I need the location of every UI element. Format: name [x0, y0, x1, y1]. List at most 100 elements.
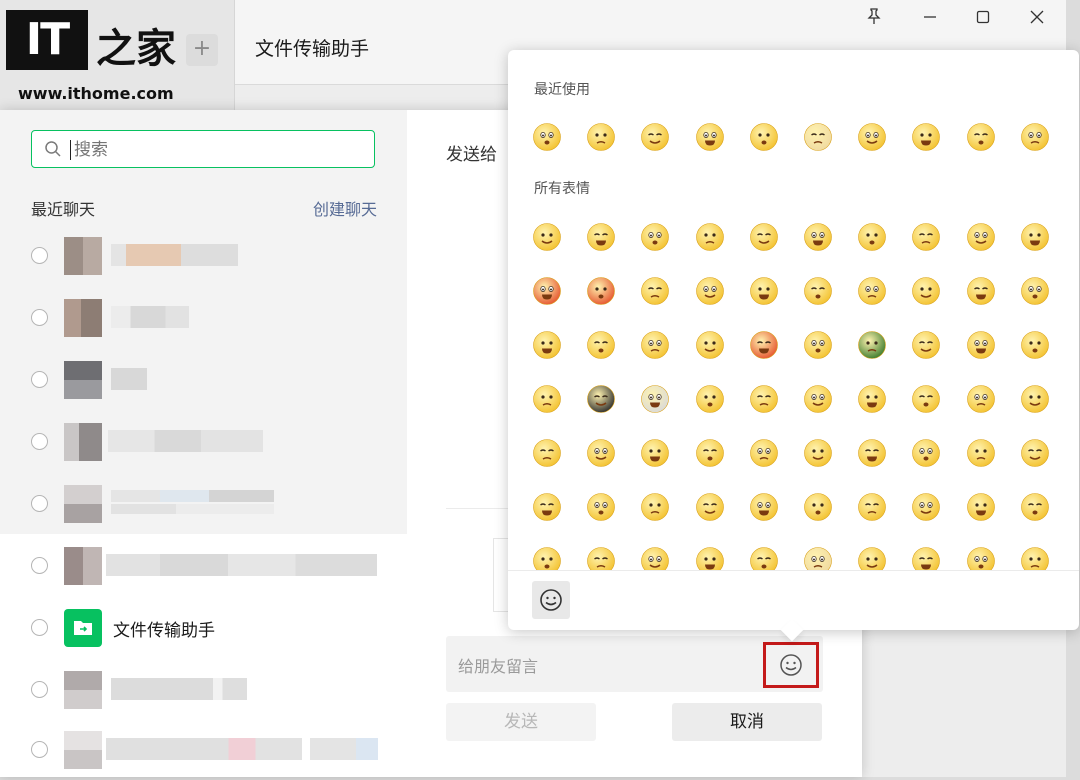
emoji-item[interactable]: [640, 438, 694, 478]
emoji-item[interactable]: [966, 276, 1020, 316]
maximize-icon[interactable]: [972, 8, 994, 30]
emoji-item[interactable]: [966, 546, 1020, 570]
select-radio[interactable]: [31, 247, 48, 264]
emoji-item[interactable]: [695, 438, 749, 478]
emoji-item[interactable]: [966, 384, 1020, 424]
emoji-item[interactable]: [749, 122, 803, 162]
emoji-item[interactable]: [803, 276, 857, 316]
emoji-item[interactable]: [803, 546, 857, 570]
emoji-item[interactable]: [803, 492, 857, 532]
emoji-item[interactable]: [966, 222, 1020, 262]
select-radio[interactable]: [31, 557, 48, 574]
contact-item[interactable]: [0, 350, 407, 410]
contact-item[interactable]: [0, 536, 407, 596]
emoji-tab-smiley[interactable]: [532, 581, 570, 619]
emoji-item[interactable]: [640, 122, 694, 162]
minimize-icon[interactable]: [919, 8, 941, 30]
emoji-item[interactable]: [966, 438, 1020, 478]
contact-item[interactable]: [0, 226, 407, 286]
emoji-item[interactable]: [640, 546, 694, 570]
emoji-item[interactable]: [911, 330, 965, 370]
select-radio[interactable]: [31, 309, 48, 326]
emoji-item[interactable]: [1020, 546, 1074, 570]
emoji-item[interactable]: [749, 438, 803, 478]
emoji-item[interactable]: [532, 384, 586, 424]
emoji-item[interactable]: [640, 384, 694, 424]
emoji-item[interactable]: [586, 492, 640, 532]
emoji-item[interactable]: [749, 384, 803, 424]
contact-item[interactable]: [0, 288, 407, 348]
emoji-item[interactable]: [695, 384, 749, 424]
emoji-item[interactable]: [803, 122, 857, 162]
emoji-item[interactable]: [532, 222, 586, 262]
emoji-item[interactable]: [640, 330, 694, 370]
emoji-item[interactable]: [1020, 276, 1074, 316]
emoji-item[interactable]: [586, 384, 640, 424]
emoji-item[interactable]: [586, 546, 640, 570]
contact-item[interactable]: [0, 412, 407, 472]
emoji-item[interactable]: [966, 122, 1020, 162]
emoji-item[interactable]: [911, 276, 965, 316]
emoji-item[interactable]: [966, 492, 1020, 532]
emoji-item[interactable]: [803, 330, 857, 370]
contact-item[interactable]: [0, 720, 407, 780]
emoji-item[interactable]: [695, 222, 749, 262]
emoji-item[interactable]: [1020, 122, 1074, 162]
emoji-item[interactable]: [749, 330, 803, 370]
emoji-item[interactable]: [532, 438, 586, 478]
emoji-item[interactable]: [857, 438, 911, 478]
emoji-item[interactable]: [857, 276, 911, 316]
emoji-item[interactable]: [695, 546, 749, 570]
emoji-item[interactable]: [749, 546, 803, 570]
search-box[interactable]: [31, 130, 375, 168]
cancel-button[interactable]: 取消: [672, 703, 822, 741]
emoji-item[interactable]: [803, 222, 857, 262]
emoji-item[interactable]: [749, 276, 803, 316]
emoji-item[interactable]: [640, 492, 694, 532]
select-radio[interactable]: [31, 741, 48, 758]
emoji-item[interactable]: [749, 222, 803, 262]
create-chat-link[interactable]: 创建聊天: [313, 196, 377, 220]
emoji-item[interactable]: [586, 276, 640, 316]
emoji-item[interactable]: [857, 492, 911, 532]
emoji-item[interactable]: [966, 330, 1020, 370]
emoji-item[interactable]: [532, 546, 586, 570]
emoji-item[interactable]: [1020, 492, 1074, 532]
emoji-item[interactable]: [1020, 330, 1074, 370]
emoji-item[interactable]: [1020, 384, 1074, 424]
contact-item[interactable]: [0, 474, 407, 534]
emoji-item[interactable]: [532, 492, 586, 532]
pin-icon[interactable]: [863, 8, 885, 30]
select-radio[interactable]: [31, 371, 48, 388]
emoji-item[interactable]: [695, 276, 749, 316]
emoji-item[interactable]: [586, 438, 640, 478]
emoji-item[interactable]: [695, 330, 749, 370]
emoji-item[interactable]: [911, 438, 965, 478]
add-button[interactable]: +: [186, 34, 218, 66]
emoji-item[interactable]: [532, 122, 586, 162]
emoji-button[interactable]: [763, 642, 819, 688]
emoji-item[interactable]: [911, 492, 965, 532]
emoji-item[interactable]: [911, 222, 965, 262]
select-radio[interactable]: [31, 681, 48, 698]
emoji-item[interactable]: [532, 330, 586, 370]
emoji-item[interactable]: [857, 122, 911, 162]
contact-item-file-helper[interactable]: 文件传输助手: [0, 598, 407, 658]
emoji-item[interactable]: [1020, 222, 1074, 262]
select-radio[interactable]: [31, 433, 48, 450]
emoji-item[interactable]: [803, 384, 857, 424]
emoji-item[interactable]: [911, 122, 965, 162]
emoji-item[interactable]: [695, 492, 749, 532]
emoji-item[interactable]: [586, 222, 640, 262]
emoji-item[interactable]: [911, 384, 965, 424]
send-button[interactable]: 发送: [446, 703, 596, 741]
emoji-item[interactable]: [640, 276, 694, 316]
search-input[interactable]: [72, 137, 366, 163]
emoji-item[interactable]: [803, 438, 857, 478]
contact-item[interactable]: [0, 660, 407, 720]
emoji-item[interactable]: [586, 330, 640, 370]
emoji-item[interactable]: [532, 276, 586, 316]
emoji-item[interactable]: [857, 330, 911, 370]
emoji-item[interactable]: [695, 122, 749, 162]
emoji-item[interactable]: [857, 222, 911, 262]
